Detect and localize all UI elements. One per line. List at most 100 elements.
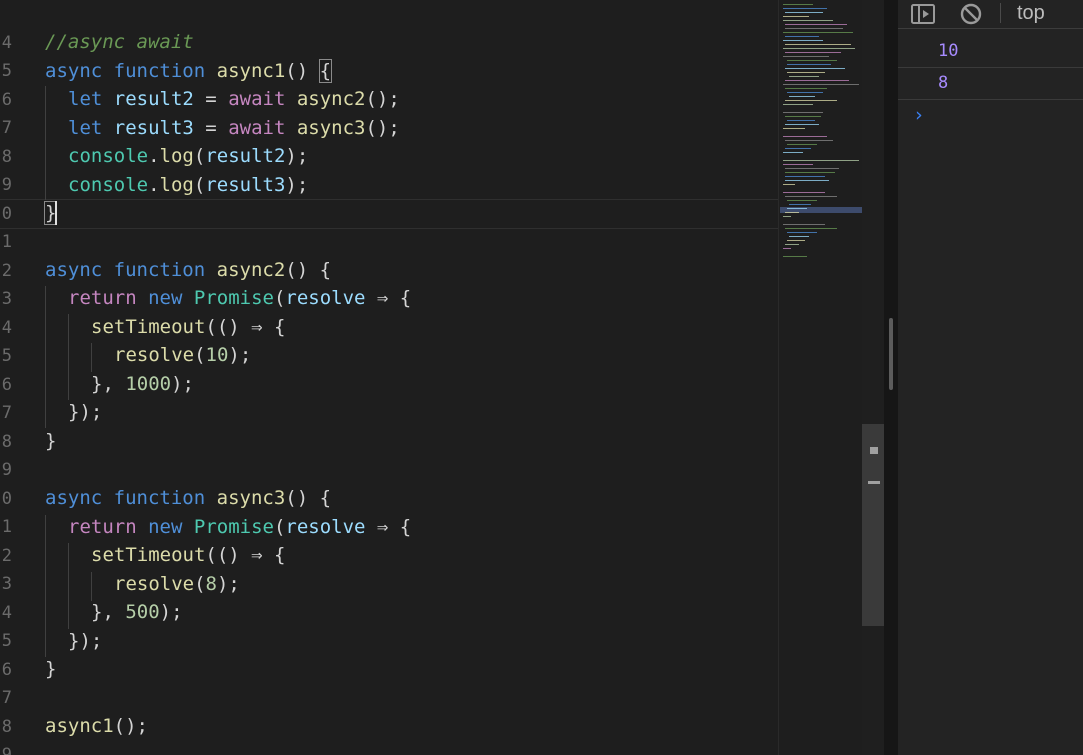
splitter-handle[interactable] [889,318,893,390]
number-literal: 10 [205,344,229,366]
minimap-code-line [785,28,843,29]
minimap-code-line [783,104,813,105]
console-sidebar-toggle-icon[interactable] [910,2,936,30]
javascript-context-select[interactable]: top [1017,0,1045,26]
code-line: } [45,655,56,683]
minimap-code-line [785,116,821,117]
punctuation: () [285,60,320,82]
minimap[interactable] [778,0,863,755]
minimap-code-line [783,164,813,165]
keyword: return [68,516,137,538]
punctuation: ); [285,145,309,167]
scrollbar-thumb[interactable] [862,424,884,626]
keyword: async [45,60,103,82]
indent-guide [91,572,92,601]
line-number: 8 [1,147,12,167]
punctuation: ( [193,145,206,167]
clear-console-icon[interactable] [959,2,983,30]
arrow-punctuation: ⇒ { [365,287,412,309]
class-name: Promise [193,287,274,309]
panel-splitter[interactable] [884,0,898,755]
indent-guide [68,314,69,400]
punctuation: ); [171,373,194,395]
line-number: 1 [1,232,12,252]
punctuation: ); [216,573,240,595]
arrow-punctuation: ⇒ { [365,516,412,538]
minimap-code-line [789,76,819,77]
code-line: async function async2() { [45,256,331,284]
line-number: 4 [1,318,12,338]
class-name: Promise [193,516,274,538]
minimap-code-line [787,72,825,73]
code-line: resolve(10); [114,341,251,369]
line-number: 3 [1,574,12,594]
minimap-code-line [783,152,803,153]
code-line: //async await [45,28,194,56]
function-name: async2 [216,259,286,281]
minimap-code-line [785,80,849,81]
punctuation: (); [365,117,400,139]
minimap-code-line [785,12,823,13]
console-message: 8 [898,67,1083,100]
code-line: async function async1() { [45,57,333,85]
method: log [159,174,194,196]
line-number: 4 [1,33,12,53]
comment: //async await [45,31,194,53]
minimap-code-line [783,4,813,5]
line-number: 4 [1,603,12,623]
editor-vertical-scrollbar[interactable] [862,0,884,755]
minimap-code-line [783,84,859,85]
punctuation: }); [68,630,103,652]
prompt-chevron-icon[interactable]: › [913,104,924,126]
minimap-code-line [787,144,817,145]
keyword: let [68,88,103,110]
minimap-code-line [785,228,837,229]
matching-brace: { [318,59,333,83]
code-line: async function async3() { [45,484,331,512]
minimap-code-line [787,92,823,93]
function-call: async3 [296,117,366,139]
function-call: setTimeout [91,316,206,338]
function-call: resolve [114,573,195,595]
function-name: async1 [216,60,286,82]
punctuation: (); [113,715,148,737]
code-line: }); [68,627,102,655]
minimap-code-line [787,60,837,61]
scrollbar-marker [868,481,880,484]
punctuation: }, [91,601,126,623]
object: console [68,145,149,167]
punctuation: ); [228,344,252,366]
function-call: async1 [45,715,114,737]
minimap-code-line [785,124,819,125]
number-literal: 500 [125,601,160,623]
devtools-console: top 10 8 › [898,0,1083,755]
minimap-code-line [783,48,855,49]
code-line: setTimeout(() ⇒ { [91,541,285,569]
minimap-code-line [787,240,805,241]
punctuation: ); [159,601,183,623]
minimap-code-line [785,168,839,169]
minimap-code-line [785,180,829,181]
code-line: setTimeout(() ⇒ { [91,313,285,341]
minimap-code-line [787,120,815,121]
arrow-punctuation: (() ⇒ { [205,316,286,338]
indent-guide [45,286,46,428]
indent-guide [68,543,69,629]
parameter: resolve [285,516,366,538]
punctuation: } [45,430,57,452]
indent-guide [45,86,46,200]
keyword: async [45,259,103,281]
code-line: let result3 = await async3(); [68,114,400,142]
minimap-code-line [789,96,815,97]
code-line: console.log(result3); [68,171,308,199]
line-number: 6 [1,660,12,680]
code-editor[interactable]: 4 5 6 7 8 9 0 1 2 3 4 5 6 7 8 9 0 1 2 3 … [0,0,778,755]
punctuation: . [148,145,160,167]
console-output-value: 8 [938,73,949,93]
minimap-code-line [783,16,809,17]
punctuation: () { [285,259,332,281]
line-number: 7 [1,118,12,138]
line-number: 8 [1,432,12,452]
minimap-code-line [785,88,827,89]
function-name: async3 [216,487,286,509]
